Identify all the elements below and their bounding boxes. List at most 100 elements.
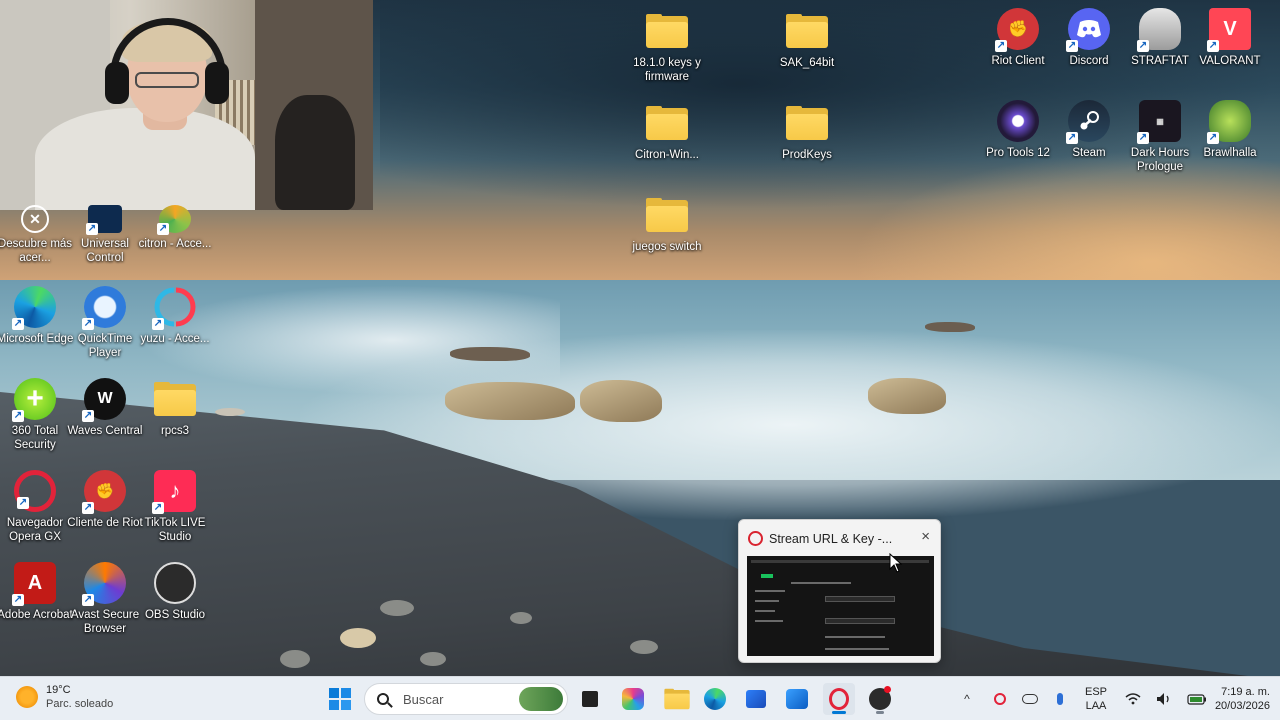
- taskbar-edge[interactable]: [699, 683, 731, 715]
- desktop-icon-universal-control[interactable]: ↗ Universal Control: [70, 205, 140, 265]
- taskbar-search[interactable]: Buscar: [364, 683, 568, 715]
- webcam-glasses: [135, 72, 199, 88]
- opera-tray-icon: [994, 693, 1006, 705]
- desktop-icon-label: Citron-Win...: [635, 149, 699, 161]
- search-icon: [377, 693, 389, 705]
- mouse-cursor-icon: [889, 553, 903, 573]
- desktop-icon-obs[interactable]: OBS Studio: [140, 562, 210, 622]
- thumb-line: [791, 582, 851, 584]
- taskbar-m365[interactable]: [617, 683, 649, 715]
- desktop-icon-label: citron - Acce...: [138, 238, 212, 250]
- desktop-icon-avast[interactable]: ↗ Avast Secure Browser: [70, 562, 140, 636]
- desktop-icon-label: ProdKeys: [782, 149, 832, 161]
- folder-icon: [154, 378, 196, 420]
- taskbar-outlook[interactable]: [781, 683, 813, 715]
- desktop-icon-waves[interactable]: W ↗ Waves Central: [68, 378, 143, 438]
- language-indicator[interactable]: ESP LAA: [1080, 685, 1112, 713]
- desktop-icon-label: Discord: [1069, 55, 1109, 67]
- tray-app-icon[interactable]: [988, 683, 1012, 715]
- desktop-icon-yuzu[interactable]: ↗ yuzu - Acce...: [140, 286, 210, 346]
- tray-onedrive[interactable]: [1018, 683, 1042, 715]
- riot-icon: ✊ ↗: [995, 8, 1039, 52]
- opera-icon: [748, 531, 763, 546]
- folder-icon: [786, 10, 828, 52]
- desktop-icon-acrobat[interactable]: A ↗ Adobe Acrobat: [0, 562, 73, 622]
- quicktime-icon: ↗: [82, 286, 126, 330]
- taskbar-window-preview[interactable]: Stream URL & Key -... ×: [738, 519, 941, 663]
- webcam-headset-ear: [205, 62, 229, 104]
- tiktok-icon: ♪ ↗: [152, 470, 196, 514]
- keyboard-layout: LAA: [1085, 700, 1107, 712]
- desktop-icon-citron[interactable]: ↗ citron - Acce...: [139, 205, 211, 251]
- tray-microphone[interactable]: [1048, 683, 1072, 715]
- yuzu-icon: ↗: [152, 286, 196, 330]
- desktop-icon-label: QuickTime Player: [77, 333, 133, 359]
- desktop-folder-sak64bit[interactable]: SAK_64bit: [772, 10, 842, 70]
- desktop-icon-dark-hours[interactable]: ▦ ↗ Dark Hours Prologue: [1125, 100, 1195, 174]
- thumb-line: [825, 636, 885, 638]
- store-icon: [746, 690, 766, 708]
- thumb-line: [755, 600, 779, 602]
- taskbar-file-explorer[interactable]: [658, 683, 690, 715]
- wallpaper-sunset-glow: [850, 150, 1280, 290]
- desktop-icon-label: 360 Total Security: [11, 425, 59, 451]
- weather-widget[interactable]: 19°C Parc. soleado: [16, 683, 113, 711]
- desktop-icon-rpcs3[interactable]: rpcs3: [140, 378, 210, 438]
- tray-overflow-chevron-icon[interactable]: ^: [955, 683, 979, 715]
- brawlhalla-icon: ↗: [1207, 100, 1251, 144]
- desktop-icon-opera-gx[interactable]: ↗ Navegador Opera GX: [0, 470, 70, 544]
- start-button[interactable]: [324, 683, 356, 715]
- desktop-icon-360-security[interactable]: + ↗ 360 Total Security: [0, 378, 70, 452]
- desktop-icon-riot-client[interactable]: ✊ ↗ Riot Client: [983, 8, 1053, 68]
- desktop-icon-label: Universal Control: [81, 238, 129, 264]
- desktop-icon-label: Brawlhalla: [1203, 147, 1257, 159]
- clock-time: 7:19 a. m.: [1221, 686, 1270, 698]
- wifi-icon: [1125, 693, 1141, 705]
- clock[interactable]: 7:19 a. m. 20/03/2026: [1200, 685, 1270, 713]
- wallpaper-rock: [580, 380, 662, 422]
- desktop-folder-prodkeys[interactable]: ProdKeys: [772, 102, 842, 162]
- desktop-icon-brawlhalla[interactable]: ↗ Brawlhalla: [1195, 100, 1265, 160]
- desktop-icon-edge[interactable]: ↗ Microsoft Edge: [0, 286, 73, 346]
- thumb-line: [825, 596, 895, 602]
- desktop-folder-citron-win[interactable]: Citron-Win...: [632, 102, 702, 162]
- wallpaper-rock: [445, 382, 575, 420]
- folder-icon: [646, 102, 688, 144]
- universal-control-icon: ↗: [86, 205, 122, 235]
- acrobat-icon: A ↗: [12, 562, 56, 606]
- desktop-folder-keys-firmware[interactable]: 18.1.0 keys y firmware: [632, 10, 702, 84]
- desktop-icon-discord[interactable]: ↗ Discord: [1054, 8, 1124, 68]
- taskbar-opera-gx[interactable]: [823, 683, 855, 715]
- opera-gx-icon: ↗: [14, 470, 56, 512]
- desktop-icon-label: juegos switch: [632, 241, 702, 253]
- desktop-icon-riot-client-es[interactable]: ✊ ↗ Cliente de Riot: [67, 470, 143, 530]
- taskbar-obs[interactable]: [864, 683, 896, 715]
- desktop-icon-label: Cliente de Riot: [67, 517, 143, 529]
- desktop-icon-tiktok[interactable]: ♪ ↗ TikTok LIVE Studio: [140, 470, 210, 544]
- weather-sun-icon: [16, 686, 38, 708]
- desktop-icon-valorant[interactable]: V ↗ VALORANT: [1195, 8, 1265, 68]
- desktop-icon-steam[interactable]: ↗ Steam: [1054, 100, 1124, 160]
- preview-thumbnail[interactable]: [747, 556, 934, 656]
- desktop-icon-label: yuzu - Acce...: [140, 333, 210, 345]
- acer-icon: ✕: [21, 205, 49, 233]
- desktop-icon-quicktime[interactable]: ↗ QuickTime Player: [70, 286, 140, 360]
- thumb-line: [825, 618, 895, 624]
- desktop-icon-label: TikTok LIVE Studio: [144, 517, 206, 543]
- desktop-icon-protools[interactable]: Pro Tools 12: [983, 100, 1053, 160]
- desktop-icon-acer[interactable]: ✕ Descubre más acer...: [0, 205, 72, 265]
- thumb-line: [755, 610, 775, 612]
- desktop-icon-label: Waves Central: [67, 425, 143, 437]
- webcam-headset-ear: [105, 62, 129, 104]
- task-view-button[interactable]: [574, 683, 606, 715]
- taskbar-store[interactable]: [740, 683, 772, 715]
- desktop-folder-juegos-switch[interactable]: juegos switch: [632, 194, 702, 254]
- wallpaper-pebble: [510, 612, 532, 624]
- close-icon[interactable]: ×: [921, 528, 930, 545]
- wallpaper-pebble: [630, 640, 658, 654]
- dark-hours-icon: ▦ ↗: [1137, 100, 1181, 144]
- desktop-icon-label: Riot Client: [991, 55, 1045, 67]
- weather-condition: Parc. soleado: [46, 698, 114, 710]
- desktop-icon-straftat[interactable]: ↗ STRAFTAT: [1125, 8, 1195, 68]
- weather-temperature: 19°C: [46, 684, 71, 696]
